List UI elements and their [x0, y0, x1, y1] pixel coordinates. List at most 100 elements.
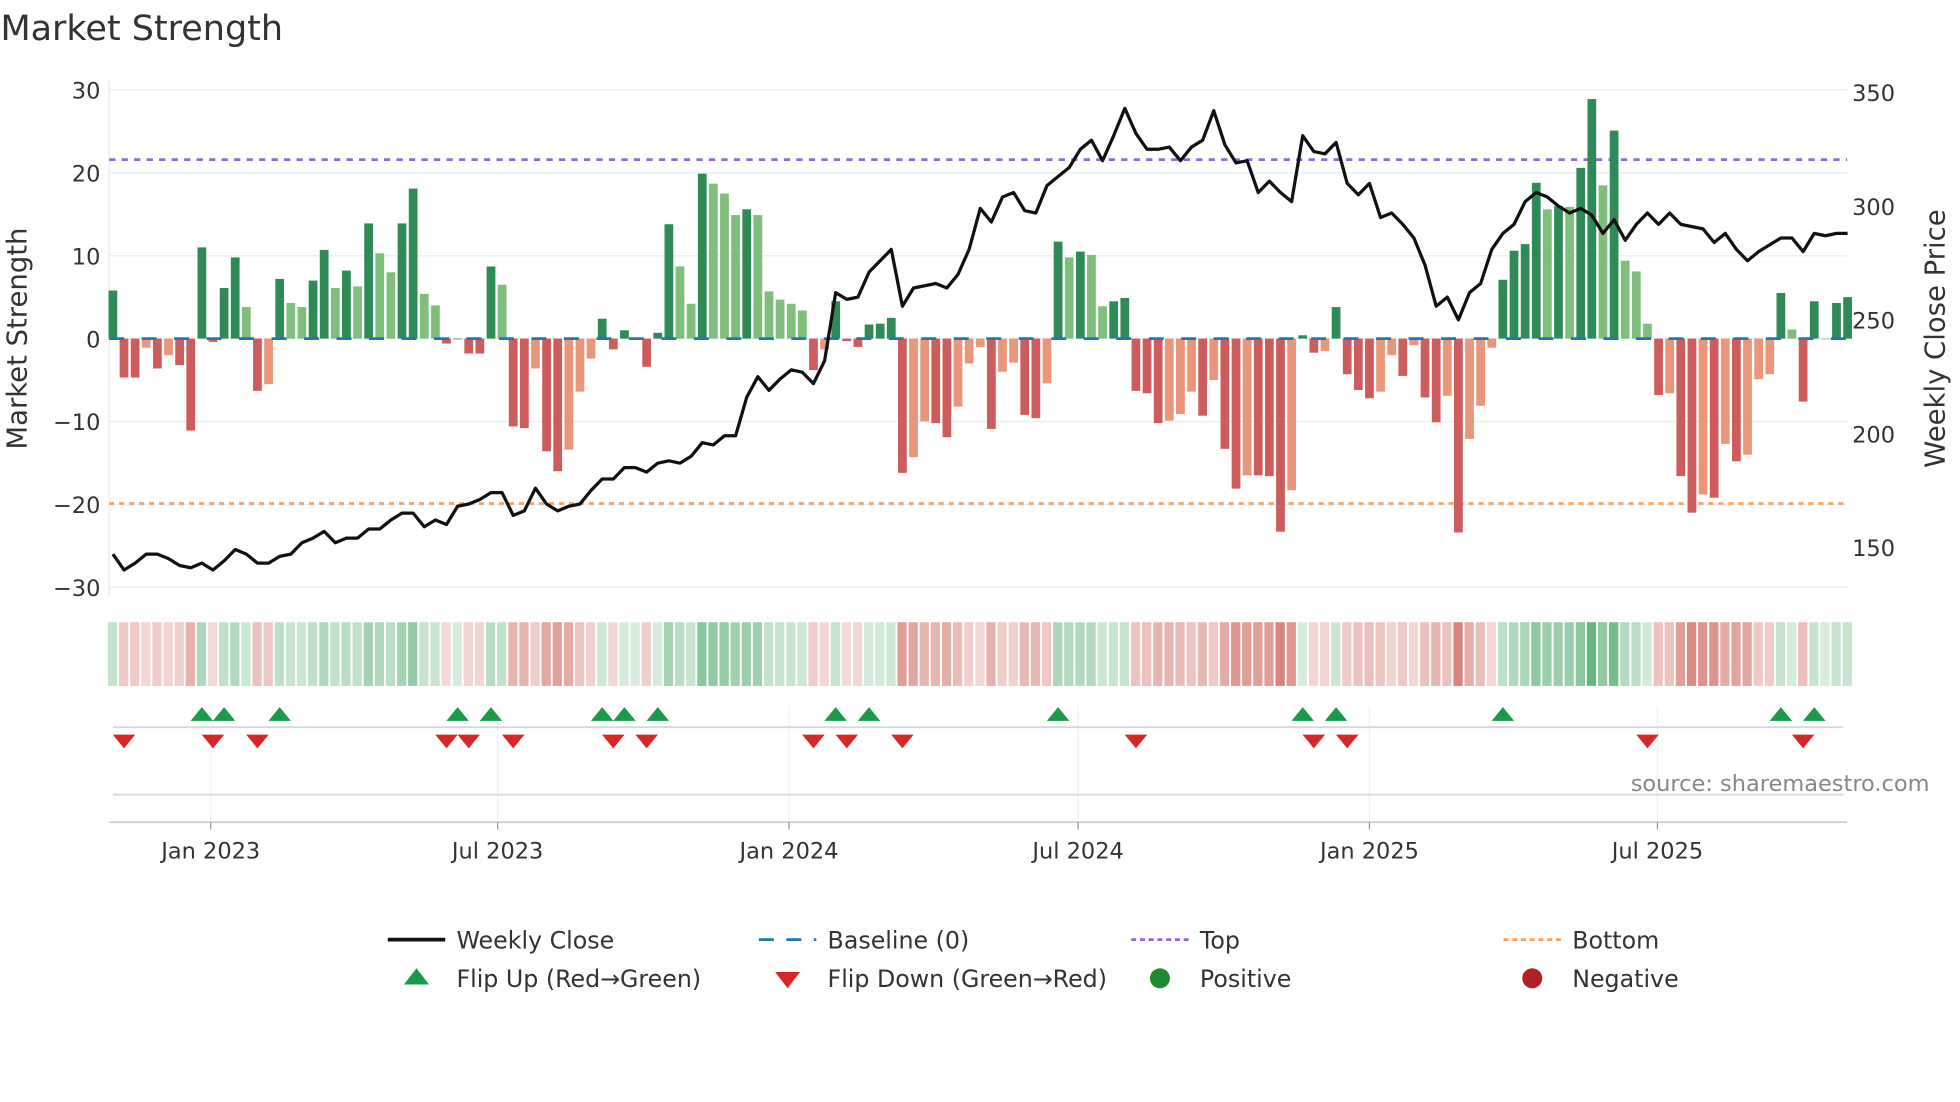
- strip-cell: [1464, 622, 1474, 686]
- strip-cell: [1553, 622, 1563, 686]
- strength-bar: [1598, 185, 1608, 339]
- y-tick-label: 0: [86, 327, 100, 353]
- strength-bar: [1576, 167, 1586, 339]
- strength-bar: [1843, 297, 1852, 339]
- strength-bar: [1042, 338, 1052, 384]
- legend-label: Weekly Close: [456, 926, 614, 954]
- strip-cell: [1264, 622, 1274, 686]
- strength-bar: [564, 338, 574, 450]
- strength-bar: [786, 303, 796, 339]
- strip-cell: [541, 622, 551, 686]
- strip-cell: [586, 622, 596, 686]
- strip-cell: [1231, 622, 1241, 686]
- strip-cell: [897, 622, 907, 686]
- strength-bar: [1509, 250, 1519, 339]
- strip-cell: [652, 622, 663, 686]
- y2-tick-label: 300: [1852, 195, 1895, 221]
- flip-down-marker: [246, 734, 269, 749]
- strip-cell: [1775, 622, 1786, 686]
- strip-cell: [408, 622, 418, 686]
- strength-bar: [342, 270, 351, 339]
- strip-cell: [341, 622, 351, 686]
- strip-cell: [1742, 622, 1752, 686]
- strength-bar: [975, 338, 985, 347]
- strip-cell: [675, 622, 685, 686]
- strip-cell: [1597, 622, 1608, 686]
- strength-bar: [1554, 205, 1563, 339]
- strip-cell: [519, 622, 529, 686]
- strength-bar: [1420, 338, 1430, 398]
- strength-bar: [319, 249, 329, 339]
- strength-bar: [119, 338, 129, 378]
- strip-cell: [852, 622, 863, 686]
- strip-cell: [1197, 622, 1207, 686]
- strength-bar: [1231, 338, 1241, 489]
- x-tick-label: Jan 2025: [1318, 838, 1419, 864]
- flip-down-marker: [891, 734, 914, 749]
- strip-cell: [1075, 622, 1085, 686]
- strip-cell: [1153, 622, 1163, 686]
- strength-bar: [197, 247, 207, 339]
- strength-bar: [1498, 279, 1508, 339]
- strength-bar: [453, 338, 462, 340]
- strip-cell: [797, 622, 807, 686]
- legend-label: Negative: [1572, 965, 1678, 993]
- strip-cell: [452, 622, 462, 686]
- strip-cell: [663, 622, 674, 686]
- strip-cell: [763, 622, 774, 686]
- strength-bar: [1609, 130, 1619, 339]
- strip-cell: [263, 622, 273, 686]
- strip-cell: [1030, 622, 1041, 686]
- strength-bar: [1131, 338, 1141, 391]
- x-tick-label: Jul 2025: [1610, 838, 1703, 864]
- strength-bar: [742, 209, 752, 339]
- strip-cell: [1820, 622, 1830, 686]
- strip-cell: [808, 622, 818, 686]
- strip-cell: [1275, 622, 1285, 686]
- y-tick-label: −10: [53, 410, 100, 436]
- strip-cell: [886, 622, 896, 686]
- strength-bar: [1220, 338, 1230, 449]
- strength-bar: [764, 291, 774, 339]
- strip-cell: [352, 622, 362, 686]
- strength-bar: [1487, 338, 1497, 348]
- strength-bar: [1253, 338, 1263, 476]
- strip-cell: [1675, 622, 1686, 686]
- y2-tick-label: 200: [1852, 422, 1895, 448]
- y2-axis-title: Weekly Close Price: [1920, 209, 1952, 467]
- flip-up-marker: [857, 707, 881, 721]
- strength-bar: [330, 288, 340, 339]
- strip-cell: [1431, 622, 1441, 686]
- strength-bar: [642, 338, 652, 367]
- legend-label: Bottom: [1572, 926, 1659, 954]
- strip-cell: [864, 622, 874, 686]
- strip-cell: [1353, 622, 1363, 686]
- flip-up-marker: [190, 707, 214, 721]
- strength-bar: [1109, 301, 1119, 339]
- y-tick-label: −20: [53, 493, 100, 519]
- strip-cell: [374, 622, 385, 686]
- strip-cell: [330, 622, 340, 686]
- strength-bar: [219, 288, 229, 339]
- flip-down-marker: [1335, 734, 1359, 749]
- strength-bar: [998, 338, 1007, 372]
- flip-up-marker: [824, 707, 847, 721]
- strength-bar: [1720, 338, 1730, 444]
- strength-bar: [953, 338, 963, 407]
- strength-bar: [1142, 338, 1152, 394]
- strip-cell: [1342, 622, 1352, 686]
- strength-bar: [1264, 338, 1274, 477]
- flip-up-marker: [1491, 707, 1515, 721]
- strength-bar: [1276, 338, 1285, 532]
- strip-cell: [1008, 622, 1018, 686]
- strip-cell: [308, 622, 318, 686]
- strip-cell: [1442, 622, 1452, 686]
- strength-bar: [1620, 260, 1630, 339]
- strength-bar: [364, 223, 374, 339]
- strip-cell: [719, 622, 729, 686]
- flip-down-marker: [802, 734, 825, 749]
- strip-cell: [1253, 622, 1263, 686]
- flip-down-marker: [602, 734, 625, 749]
- strip-cell: [1542, 622, 1552, 686]
- strip-cell: [697, 622, 707, 686]
